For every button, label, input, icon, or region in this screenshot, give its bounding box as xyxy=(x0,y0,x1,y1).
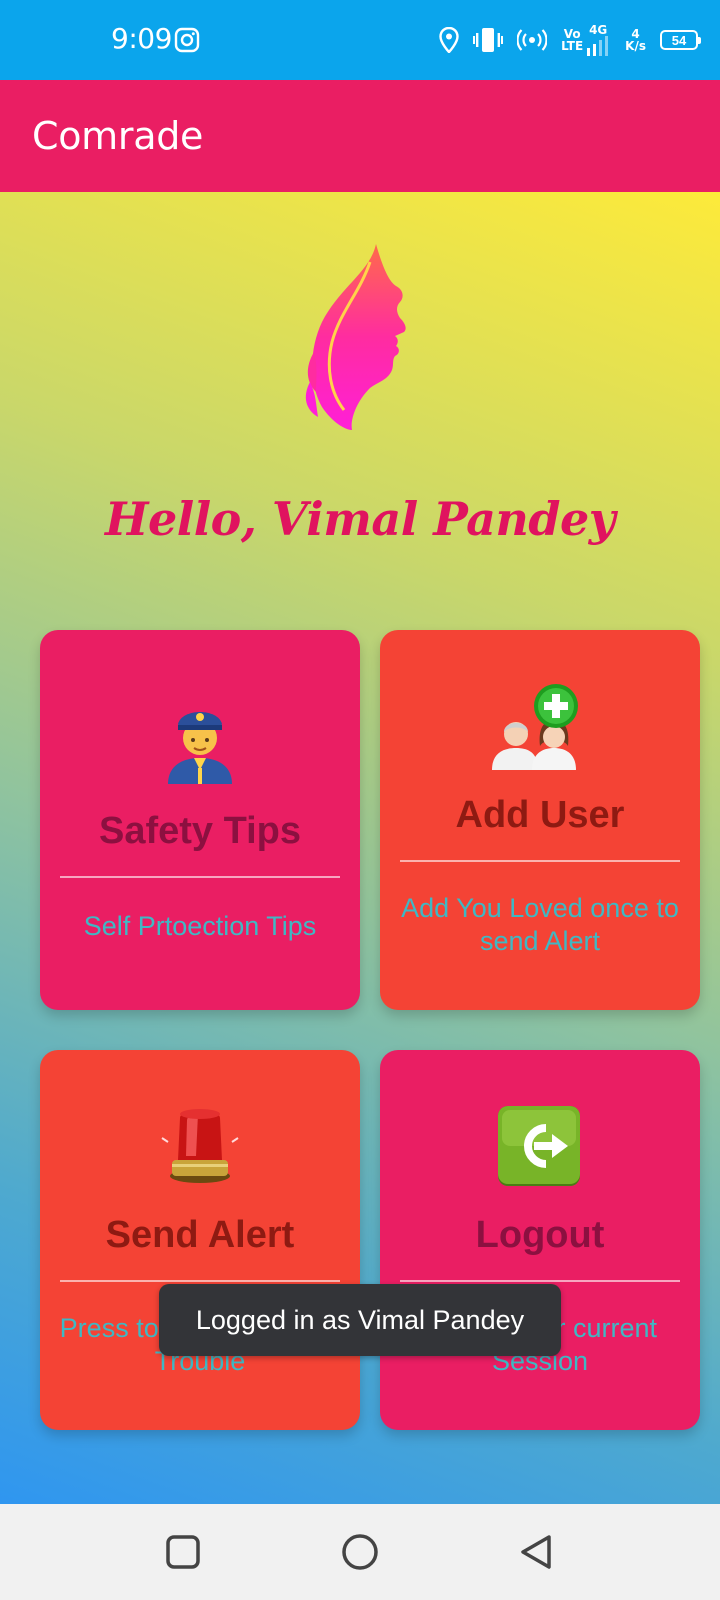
toast-message: Logged in as Vimal Pandey xyxy=(159,1284,561,1356)
logout-title: Logout xyxy=(475,1214,605,1256)
system-nav-bar xyxy=(0,1504,720,1600)
safety-tips-subtitle: Self Prtoection Tips xyxy=(83,911,317,941)
home-icon[interactable] xyxy=(340,1532,380,1572)
instagram-icon xyxy=(174,27,200,53)
signal-icon xyxy=(587,36,609,56)
back-icon[interactable] xyxy=(517,1532,557,1572)
battery-icon: 54 xyxy=(660,30,701,50)
network-speed: 4 K/s xyxy=(625,27,646,53)
safety-tips-card[interactable]: Safety Tips Self Prtoection Tips xyxy=(40,630,360,1010)
network-type: Vo LTE 4G xyxy=(561,24,611,56)
siren-icon xyxy=(161,1109,239,1183)
location-icon xyxy=(439,27,459,53)
send-alert-card[interactable]: Send Alert Press to Send Alert if in Tro… xyxy=(40,1050,360,1430)
card-divider xyxy=(60,1280,340,1282)
add-user-card[interactable]: Add User Add You Loved once to send Aler… xyxy=(380,630,700,1010)
logout-card[interactable]: Logout Logout your current Session xyxy=(380,1050,700,1430)
vibrate-icon xyxy=(473,28,504,52)
card-divider xyxy=(400,1280,680,1282)
greeting-text: Hello, Vimal Pandey xyxy=(105,492,615,546)
police-officer-icon xyxy=(168,712,232,784)
hotspot-icon xyxy=(517,29,548,51)
add-user-title: Add User xyxy=(455,794,625,836)
logout-icon xyxy=(498,1106,580,1186)
status-time: 9:09 xyxy=(111,22,172,55)
add-user-subtitle: Add You Loved once to send Alert xyxy=(401,893,679,956)
recents-icon[interactable] xyxy=(163,1532,203,1572)
status-bar: 9:09 Vo LTE 4G 4 K/s 54 xyxy=(0,0,720,80)
add-user-icon xyxy=(492,684,578,770)
app-title: Comrade xyxy=(32,114,204,158)
safety-tips-title: Safety Tips xyxy=(98,810,302,852)
status-icons: Vo LTE 4G 4 K/s 54 xyxy=(439,22,701,58)
card-divider xyxy=(60,876,340,878)
send-alert-title: Send Alert xyxy=(105,1214,295,1256)
app-bar: Comrade xyxy=(0,80,720,192)
card-divider xyxy=(400,860,680,862)
woman-face-logo xyxy=(305,244,406,430)
